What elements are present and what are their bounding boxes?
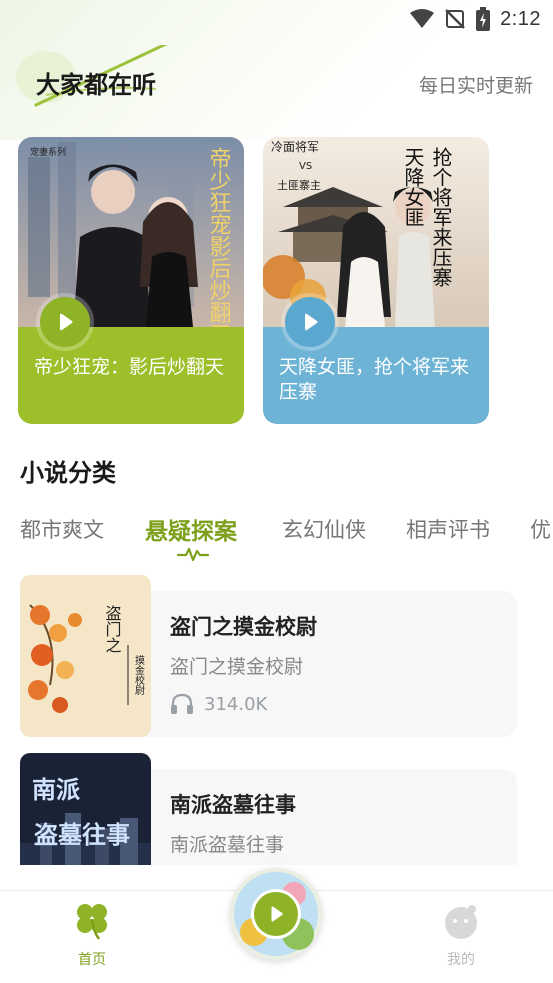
featured-card[interactable]: 宠妻系列 帝少狂宠影后炒翻天 帝少狂宠：影后炒翻天 [18, 137, 244, 424]
active-tab-indicator-icon [177, 547, 209, 562]
book-subtitle: 南派盗墓往事 [170, 834, 285, 856]
cover-tag: 宠妻系列 [30, 146, 66, 158]
featured-cover-image: 冷面将军 VS 土匪寨主 抢个将军来压寨 天降女匪 [263, 137, 489, 327]
play-icon [305, 313, 318, 331]
featured-carousel: 宠妻系列 帝少狂宠影后炒翻天 帝少狂宠：影后炒翻天 冷面将军 VS 土匪寨主 抢… [18, 137, 553, 427]
tab-category-active[interactable]: 悬疑探案 [145, 512, 237, 546]
cover-text: 帝少狂宠影后炒翻天 [206, 147, 232, 327]
featured-title: 天降女匪，抢个将军来压寨 [279, 356, 470, 403]
nav-mine-label: 我的 [447, 952, 475, 968]
play-button[interactable] [40, 297, 90, 347]
play-button[interactable] [285, 297, 335, 347]
clover-icon [77, 904, 107, 940]
update-subtitle: 每日实时更新 [418, 75, 533, 97]
play-count: 314.0K [204, 693, 268, 715]
book-cover-title-a: 南派 [32, 776, 80, 804]
category-tabs: 都市爽文 悬疑探案 玄幻仙侠 相声评书 优 [20, 510, 553, 570]
now-playing-disc[interactable] [230, 868, 322, 960]
book-play-count: 314.0K [170, 693, 267, 715]
book-list-item[interactable]: 盗门之 摸金校尉 盗门之摸金校尉 盗门之摸金校尉 314.0K [20, 575, 517, 740]
book-cover-subtitle: 摸金校尉 [133, 655, 145, 695]
cover-text-a: 天降女匪 [401, 147, 425, 227]
page-header: 大家都在听 每日实时更新 [0, 45, 553, 115]
book-cover-image: 盗门之 摸金校尉 [20, 575, 151, 737]
tab-category[interactable]: 相声评书 [406, 514, 490, 544]
status-bar: 2:12 [0, 0, 553, 40]
book-cover-image: 南派 盗墓往事 [20, 753, 151, 865]
featured-title: 帝少狂宠：影后炒翻天 [34, 356, 225, 378]
title-wrap: 大家都在听 [16, 45, 168, 107]
battery-charging-icon [476, 7, 491, 31]
section-title: 小说分类 [20, 459, 116, 487]
play-icon [271, 906, 283, 922]
status-time: 2:12 [500, 7, 541, 30]
nav-mine[interactable]: 我的 [421, 901, 501, 969]
book-cover-title-b: 盗墓往事 [34, 821, 130, 849]
tab-category[interactable]: 玄幻仙侠 [282, 514, 366, 544]
center-play-button[interactable] [254, 892, 298, 936]
cover-top-text: 冷面将军 [271, 140, 319, 154]
page-title: 大家都在听 [36, 71, 156, 99]
featured-cover-image: 宠妻系列 帝少狂宠影后炒翻天 [18, 137, 244, 327]
book-title: 盗门之摸金校尉 [170, 615, 317, 639]
nav-home-label: 首页 [78, 952, 106, 968]
book-list-item[interactable]: 南派 盗墓往事 南派盗墓往事 南派盗墓往事 [20, 753, 517, 865]
nav-home[interactable]: 首页 [52, 901, 132, 969]
book-cover-title: 盗门之 [103, 605, 122, 653]
cover-sub-text: 土匪寨主 [277, 178, 321, 192]
tab-category[interactable]: 优 [530, 514, 551, 544]
profile-face-icon [445, 905, 477, 939]
wifi-icon [410, 9, 435, 28]
play-icon [60, 313, 73, 331]
book-subtitle: 盗门之摸金校尉 [170, 656, 304, 678]
signal-off-icon [445, 9, 465, 29]
headphones-icon [171, 693, 193, 714]
status-icons: 2:12 [410, 7, 541, 31]
tab-category[interactable]: 都市爽文 [20, 514, 104, 544]
book-title: 南派盗墓往事 [170, 793, 296, 817]
cover-text-b: 抢个将军来压寨 [429, 147, 453, 287]
featured-card[interactable]: 冷面将军 VS 土匪寨主 抢个将军来压寨 天降女匪 天降女匪，抢个将军来压寨 [263, 137, 489, 424]
cover-vs-text: VS [299, 161, 312, 172]
